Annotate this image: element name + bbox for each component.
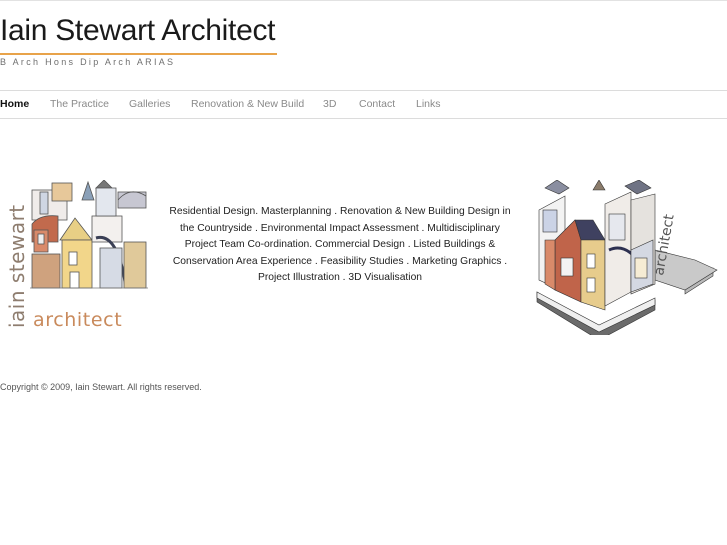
nav-home[interactable]: Home [0, 98, 29, 110]
logo-word-bottom: architect [33, 309, 122, 330]
nav-contact[interactable]: Contact [359, 98, 395, 110]
top-rule [0, 0, 727, 1]
site-title: Iain Stewart Architect [0, 14, 276, 47]
nav-the-practice[interactable]: The Practice [50, 98, 109, 110]
nav-links[interactable]: Links [416, 98, 441, 110]
title-underline [0, 53, 277, 55]
isometric-building-image: architect [536, 180, 718, 335]
services-description: Residential Design. Masterplanning . Ren… [169, 206, 511, 283]
main-nav: Home The Practice Galleries Renovation &… [0, 90, 727, 119]
copyright-notice: Copyright © 2009, Iain Stewart. All righ… [0, 382, 202, 392]
logo-word-top: iain stewart [5, 204, 29, 328]
house-sketch [30, 180, 148, 289]
nav-3d[interactable]: 3D [323, 98, 336, 110]
logo-image: iain stewart architect [5, 180, 148, 330]
nav-galleries[interactable]: Galleries [129, 98, 170, 110]
site-tagline: B Arch Hons Dip Arch ARIAS [0, 57, 176, 67]
nav-renovation-new-build[interactable]: Renovation & New Build [191, 98, 304, 110]
